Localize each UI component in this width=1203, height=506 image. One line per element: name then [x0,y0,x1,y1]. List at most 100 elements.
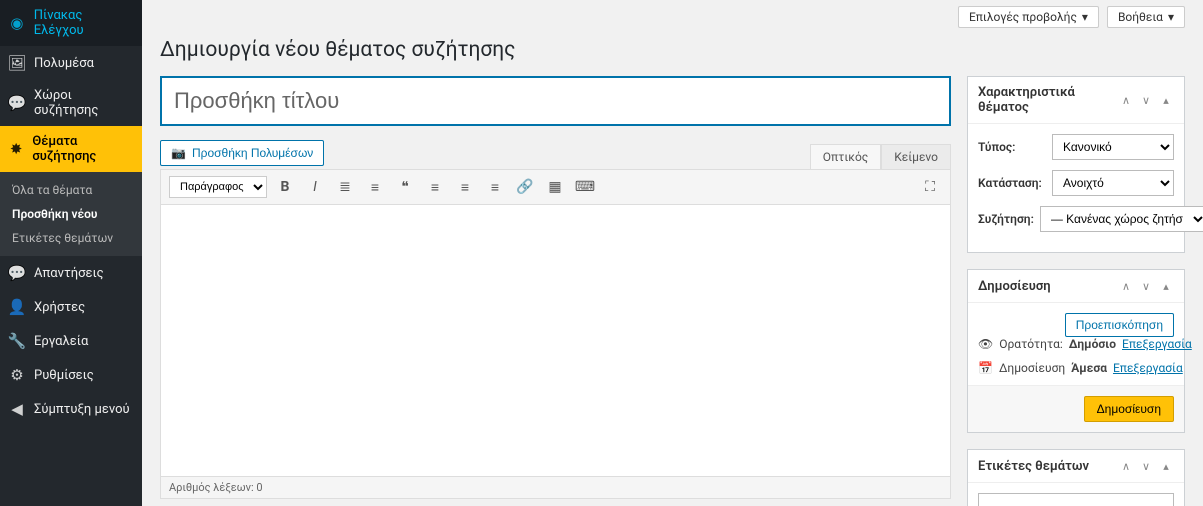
sub-topic-tags[interactable]: Ετικέτες θεμάτων [0,226,142,250]
move-down-button[interactable]: ∨ [1138,278,1154,294]
visibility-value: Δημόσιο [1069,337,1116,351]
italic-button[interactable]: I [303,175,327,199]
tag-input[interactable] [978,493,1174,506]
sidebar-item-settings[interactable]: ⚙ Ρυθμίσεις [0,358,142,392]
sidebar-item-label: Ρυθμίσεις [34,368,94,383]
sidebar-item-dashboard[interactable]: ◉ Πίνακας Ελέγχου [0,0,142,46]
preview-button[interactable]: Προεπισκόπηση [1065,313,1174,337]
box-title: Δημοσίευση [978,279,1051,294]
screen-meta: Επιλογές προβολής ▾ Βοήθεια ▾ [160,0,1185,34]
editor-toolbar: Παράγραφος B I ≣ ≡ ❝ ≡ ≡ ≡ 🔗 ▦ ⌨ ⛶ [160,169,951,205]
sidebar-item-collapse[interactable]: ◀ Σύμπτυξη μενού [0,392,142,426]
sidebar-item-label: Θέματα συζήτησης [32,134,134,164]
tab-text[interactable]: Κείμενο [881,144,951,169]
wrench-icon: 🔧 [8,332,26,350]
publish-label: Δημοσίευση [999,361,1065,375]
sidebar-item-forums[interactable]: 💬 Χώροι συζήτησης [0,80,142,126]
box-title: Ετικέτες θεμάτων [978,459,1089,474]
status-select[interactable]: Ανοιχτό [1052,170,1174,196]
sidebar-item-users[interactable]: 👤 Χρήστες [0,290,142,324]
add-media-button[interactable]: 📷 Προσθήκη Πολυμέσων [160,140,324,166]
sidebar-item-label: Πολυμέσα [34,56,94,71]
keyboard-icon: ⌨ [575,179,595,195]
toolbar-toggle-button[interactable]: ⌨ [573,175,597,199]
more-button[interactable]: ▦ [543,175,567,199]
screen-options-label: Επιλογές προβολής [969,10,1077,24]
word-count-label: Αριθμός λέξεων: [169,481,254,494]
main-content: Επιλογές προβολής ▾ Βοήθεια ▾ Δημιουργία… [142,0,1203,506]
bold-button[interactable]: B [273,175,297,199]
sidebar-item-label: Πίνακας Ελέγχου [34,8,134,38]
sidebar-item-tools[interactable]: 🔧 Εργαλεία [0,324,142,358]
type-select[interactable]: Κανονικό [1052,134,1174,160]
collapse-icon: ◀ [8,400,26,418]
quote-icon: ❝ [401,179,409,195]
word-count-value: 0 [256,481,262,494]
sidebar-item-topics[interactable]: ✸ Θέματα συζήτησης [0,126,142,172]
align-center-button[interactable]: ≡ [453,175,477,199]
sidebar-item-replies[interactable]: 💬 Απαντήσεις [0,256,142,290]
publish-box: Δημοσίευση ∧ ∨ ▴ Προεπισκόπηση 👁 Ορατότη… [967,269,1185,433]
toggle-button[interactable]: ▴ [1158,92,1174,108]
number-list-button[interactable]: ≡ [363,175,387,199]
sidebar-item-label: Απαντήσεις [34,266,104,281]
sidebar-item-label: Χώροι συζήτησης [34,88,134,118]
align-left-icon: ≡ [431,179,439,196]
sub-all-topics[interactable]: Όλα τα θέματα [0,178,142,202]
eye-icon: 👁 [978,337,993,351]
tab-visual[interactable]: Οπτικός [810,144,882,169]
topic-tags-box: Ετικέτες θεμάτων ∧ ∨ ▴ Προσθήκη [967,449,1185,506]
italic-icon: I [313,179,317,195]
topic-attributes-box: Χαρακτηριστικά θέματος ∧ ∨ ▴ Τύπος: Κανο… [967,76,1185,253]
link-icon: 🔗 [516,179,533,195]
type-label: Τύπος: [978,140,1046,154]
editor-status-bar: Αριθμός λέξεων: 0 [160,477,951,499]
sidebar-item-label: Εργαλεία [34,334,88,349]
bullet-list-button[interactable]: ≣ [333,175,357,199]
sidebar-item-label: Χρήστες [34,300,85,315]
sub-add-new[interactable]: Προσθήκη νέου [0,202,142,226]
chevron-down-icon: ▾ [1168,10,1174,24]
fullscreen-icon: ⛶ [925,179,935,195]
help-label: Βοήθεια [1118,10,1163,24]
list-ol-icon: ≡ [371,179,379,196]
toggle-button[interactable]: ▴ [1158,458,1174,474]
publish-value: Άμεσα [1071,361,1107,375]
move-down-button[interactable]: ∨ [1138,92,1154,108]
align-center-icon: ≡ [461,179,469,196]
edit-visibility-link[interactable]: Επεξεργασία [1122,337,1192,351]
box-title: Χαρακτηριστικά θέματος [978,85,1118,115]
align-right-button[interactable]: ≡ [483,175,507,199]
publish-button[interactable]: Δημοσίευση [1084,396,1174,422]
fullscreen-button[interactable]: ⛶ [918,175,942,199]
title-input[interactable] [160,76,951,126]
reply-icon: 💬 [8,264,26,282]
quote-button[interactable]: ❝ [393,175,417,199]
edit-schedule-link[interactable]: Επεξεργασία [1113,361,1183,375]
status-label: Κατάσταση: [978,176,1046,190]
move-down-button[interactable]: ∨ [1138,458,1154,474]
align-left-button[interactable]: ≡ [423,175,447,199]
move-up-button[interactable]: ∧ [1118,458,1134,474]
gauge-icon: ◉ [8,14,26,32]
add-media-label: Προσθήκη Πολυμέσων [192,146,313,160]
user-icon: 👤 [8,298,26,316]
chat-icon: 💬 [8,94,26,112]
media-icon: 🖼 [8,54,26,72]
page-title: Δημιουργία νέου θέματος συζήτησης [160,38,1185,62]
topic-icon: ✸ [8,140,24,158]
forum-select[interactable]: — Κανένας χώρος ζητήσ [1040,206,1203,232]
help-button[interactable]: Βοήθεια ▾ [1107,6,1185,28]
move-up-button[interactable]: ∧ [1118,278,1134,294]
align-right-icon: ≡ [491,179,499,196]
sidebar-submenu: Όλα τα θέματα Προσθήκη νέου Ετικέτες θεμ… [0,172,142,256]
link-button[interactable]: 🔗 [513,175,537,199]
forum-label: Συζήτηση: [978,212,1034,226]
calendar-icon: 📅 [978,361,993,375]
editor-content[interactable] [160,205,951,477]
format-select[interactable]: Παράγραφος [169,176,267,198]
move-up-button[interactable]: ∧ [1118,92,1134,108]
toggle-button[interactable]: ▴ [1158,278,1174,294]
sidebar-item-media[interactable]: 🖼 Πολυμέσα [0,46,142,80]
screen-options-button[interactable]: Επιλογές προβολής ▾ [958,6,1099,28]
